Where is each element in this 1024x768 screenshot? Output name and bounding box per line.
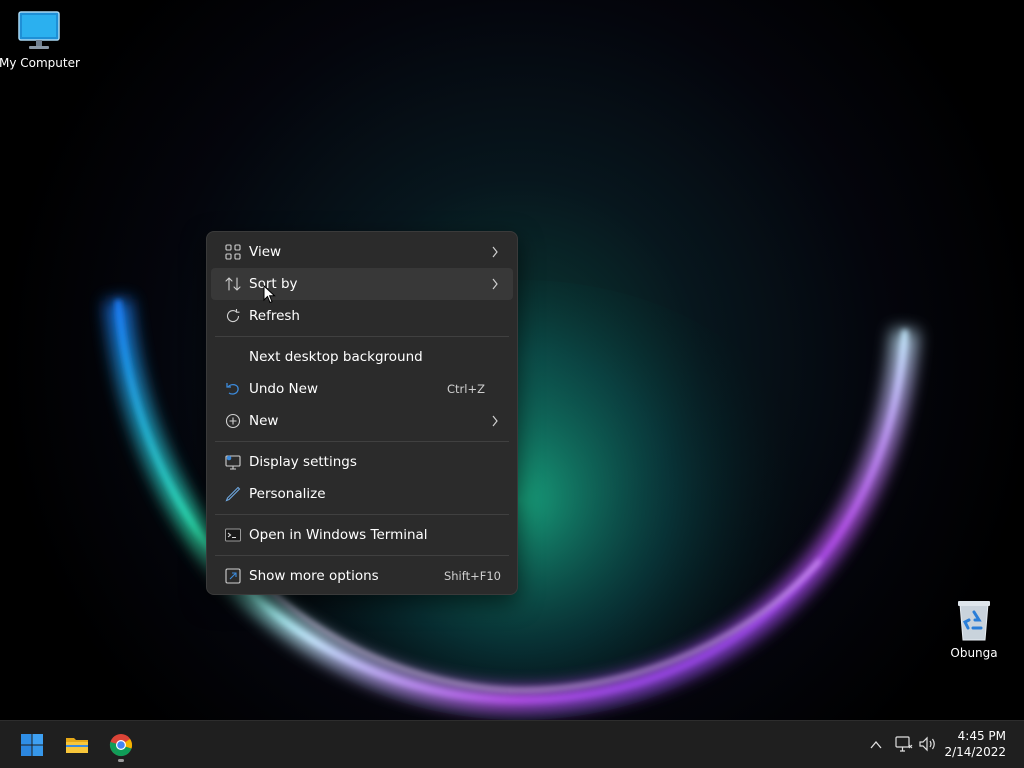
desktop-icon-recycle-bin[interactable]: Obunga — [934, 598, 1014, 660]
volume-icon[interactable] — [919, 736, 937, 752]
menu-item-display-settings[interactable]: Display settings — [211, 446, 513, 478]
refresh-icon — [226, 309, 240, 323]
start-button[interactable] — [14, 727, 50, 763]
sort-icon — [225, 277, 241, 291]
running-indicator — [118, 759, 124, 762]
chrome-icon — [109, 734, 132, 757]
terminal-icon — [225, 528, 241, 542]
file-explorer-button[interactable] — [59, 727, 95, 763]
undo-icon — [226, 383, 239, 395]
monitor-icon — [18, 11, 60, 49]
menu-item-label: New — [249, 413, 279, 429]
menu-separator — [215, 441, 509, 442]
menu-item-personalize[interactable]: Personalize — [211, 478, 513, 510]
file-explorer-icon — [66, 738, 88, 753]
menu-item-label: Next desktop background — [249, 349, 423, 365]
display-icon — [225, 455, 241, 470]
desktop[interactable]: My Computer Obunga View Sort by Refresh … — [0, 0, 1024, 720]
menu-item-label: Personalize — [249, 486, 326, 502]
recycle-bin-icon — [958, 601, 990, 641]
grid-icon — [225, 244, 241, 260]
menu-separator — [215, 555, 509, 556]
menu-item-label: Show more options — [249, 568, 379, 584]
desktop-icon-my-computer[interactable]: My Computer — [0, 10, 80, 70]
expand-icon — [225, 568, 241, 584]
mouse-cursor-icon — [263, 285, 276, 304]
chevron-up-icon[interactable] — [869, 738, 883, 752]
menu-item-sort-by[interactable]: Sort by — [211, 268, 513, 300]
clock-time: 4:45 PM — [957, 729, 1006, 743]
start-icon — [21, 734, 43, 756]
menu-item-view[interactable]: View — [211, 236, 513, 268]
pen-icon — [225, 486, 241, 502]
menu-item-new[interactable]: New — [211, 405, 513, 437]
menu-item-shortcut: Shift+F10 — [443, 569, 501, 583]
chrome-button[interactable] — [103, 727, 139, 763]
chevron-right-icon — [492, 278, 498, 290]
menu-item-undo-new[interactable]: Undo New Ctrl+Z — [211, 373, 513, 405]
menu-item-shortcut: Ctrl+Z — [447, 382, 485, 396]
menu-item-label: Refresh — [249, 308, 300, 324]
menu-separator — [215, 336, 509, 337]
chevron-right-icon — [492, 415, 498, 427]
menu-item-label: Display settings — [249, 454, 357, 470]
desktop-icon-label: Obunga — [950, 646, 998, 660]
clock-date: 2/14/2022 — [944, 745, 1006, 759]
menu-item-refresh[interactable]: Refresh — [211, 300, 513, 332]
menu-item-next-desktop-background[interactable]: Next desktop background — [211, 341, 513, 373]
network-icon[interactable] — [895, 736, 913, 752]
menu-item-open-windows-terminal[interactable]: Open in Windows Terminal — [211, 519, 513, 551]
chevron-right-icon — [492, 246, 498, 258]
taskbar: 4:45 PM 2/14/2022 — [0, 720, 1024, 768]
menu-separator — [215, 514, 509, 515]
menu-item-label: Undo New — [249, 381, 319, 397]
menu-item-show-more-options[interactable]: Show more options Shift+F10 — [211, 560, 513, 592]
plus-circle-icon — [225, 413, 241, 429]
menu-item-label: View — [249, 244, 282, 260]
menu-item-label: Open in Windows Terminal — [249, 527, 428, 543]
clock[interactable]: 4:45 PM 2/14/2022 — [944, 728, 1006, 760]
desktop-icon-label: My Computer — [0, 56, 80, 70]
desktop-context-menu: View Sort by Refresh Next desktop backgr… — [206, 231, 518, 595]
